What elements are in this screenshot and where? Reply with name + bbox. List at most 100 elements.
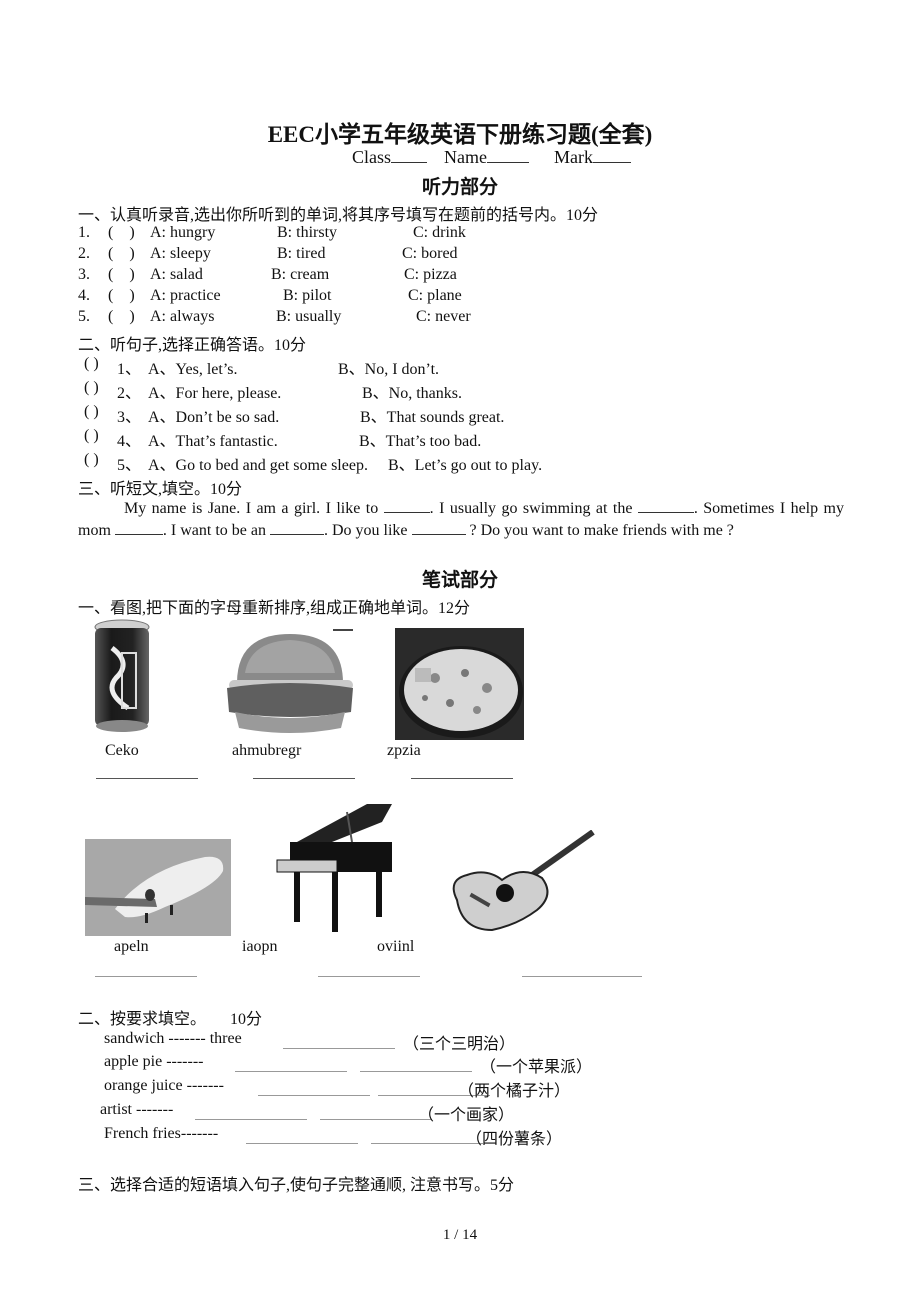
answer-blank[interactable] bbox=[283, 1048, 395, 1049]
hamburger-image bbox=[225, 628, 355, 738]
scrambled-word: apeln bbox=[114, 938, 149, 955]
option-a: A、Go to bed and get some sleep. bbox=[148, 457, 368, 474]
name-label: Name bbox=[444, 147, 487, 167]
fill-item-hint: （四份薯条） bbox=[466, 1131, 563, 1148]
answer-paren[interactable]: ( ) bbox=[108, 308, 135, 326]
option-a: A: salad bbox=[150, 266, 203, 283]
fill-item-word: sandwich ------- three bbox=[104, 1030, 242, 1047]
passage-text: . Do you like bbox=[323, 521, 412, 539]
listening-part2-instruction: 二、听句子,选择正确答语。10分 bbox=[78, 337, 307, 354]
answer-blank[interactable] bbox=[318, 976, 420, 977]
option-b: B: cream bbox=[271, 266, 330, 283]
class-label: Class bbox=[352, 147, 392, 167]
answer-blank[interactable] bbox=[258, 1095, 370, 1096]
option-a: A: always bbox=[150, 308, 215, 325]
option-c: C: pizza bbox=[404, 266, 457, 283]
written-part1-instruction: 一、看图,把下面的字母重新排序,组成正确地单词。12分 bbox=[78, 600, 471, 617]
class-blank[interactable] bbox=[391, 162, 428, 163]
mark-blank[interactable] bbox=[593, 162, 631, 163]
option-c: C: drink bbox=[413, 224, 466, 241]
answer-paren[interactable]: ( ) bbox=[108, 245, 135, 263]
scrambled-word: iaopn bbox=[242, 938, 278, 955]
scrambled-word: oviinl bbox=[377, 938, 415, 955]
option-b: B、That’s too bad. bbox=[359, 433, 482, 450]
option-a: A、For here, please. bbox=[148, 385, 282, 402]
fill-item-word: French fries------- bbox=[104, 1125, 219, 1142]
fill-item-hint: （三个三明治） bbox=[403, 1036, 516, 1053]
answer-blank[interactable] bbox=[235, 1071, 347, 1072]
answer-paren[interactable]: ( ) bbox=[108, 266, 135, 284]
answer-paren[interactable]: ( ) bbox=[108, 224, 135, 242]
fill-item-hint: （一个苹果派） bbox=[480, 1059, 593, 1076]
answer-blank[interactable] bbox=[95, 976, 197, 977]
answer-paren[interactable]: ( ) bbox=[84, 379, 99, 397]
option-b: B: thirsty bbox=[277, 224, 338, 241]
option-a: A、Yes, let’s. bbox=[148, 361, 238, 378]
item-number: 5. bbox=[78, 308, 90, 325]
points-label: 10分 bbox=[230, 1011, 263, 1028]
name-blank[interactable] bbox=[487, 162, 529, 163]
option-c: C: bored bbox=[402, 245, 458, 262]
answer-paren[interactable]: ( ) bbox=[84, 355, 99, 373]
coke-can-image bbox=[92, 618, 152, 735]
written-heading: 笔试部分 bbox=[421, 570, 498, 591]
scrambled-word: Ceko bbox=[105, 742, 139, 759]
option-b: B、No, thanks. bbox=[362, 385, 463, 402]
fill-item-word: artist ------- bbox=[100, 1101, 174, 1118]
passage-text: My name is Jane. I am a girl. I like to bbox=[124, 500, 384, 517]
answer-blank[interactable] bbox=[360, 1071, 472, 1072]
list-item: 1. bbox=[78, 224, 90, 242]
passage-text: . I want to be an bbox=[162, 521, 270, 539]
option-b: B、Let’s go out to play. bbox=[388, 457, 543, 474]
listening-part1-instruction: 一、认真听录音,选出你所听到的单词,将其序号填写在题前的括号内。10分 bbox=[78, 207, 599, 224]
option-c: C: never bbox=[416, 308, 471, 325]
answer-blank[interactable] bbox=[96, 778, 198, 779]
item-number: 5、 bbox=[117, 457, 142, 474]
instruction-text: 二、按要求填空。 bbox=[78, 1011, 207, 1028]
passage-blank-3[interactable] bbox=[114, 533, 163, 535]
answer-blank[interactable] bbox=[253, 778, 355, 779]
item-number: 2. bbox=[78, 245, 90, 262]
fill-item-hint: （两个橘子汁） bbox=[458, 1083, 571, 1100]
item-number: 3、 bbox=[117, 409, 142, 426]
mark-label: Mark bbox=[554, 147, 593, 167]
option-a: A: practice bbox=[150, 287, 221, 304]
item-number: 2、 bbox=[117, 385, 142, 402]
passage-blank-2[interactable] bbox=[637, 512, 694, 513]
airplane-image bbox=[85, 839, 231, 936]
answer-blank[interactable] bbox=[320, 1119, 432, 1120]
item-number: 1. bbox=[78, 224, 90, 241]
answer-paren[interactable]: ( ) bbox=[84, 427, 99, 445]
scrambled-word: zpzia bbox=[387, 742, 421, 759]
answer-paren[interactable]: ( ) bbox=[108, 287, 135, 305]
fill-item-hint: （一个画家） bbox=[418, 1107, 515, 1124]
passage-blank-1[interactable] bbox=[383, 512, 430, 513]
option-b: B: tired bbox=[277, 245, 326, 262]
answer-blank[interactable] bbox=[411, 778, 513, 779]
written-part2-instruction: 二、按要求填空。 10分 bbox=[78, 1005, 262, 1029]
option-b: B: pilot bbox=[283, 287, 332, 304]
item-number: 4、 bbox=[117, 433, 142, 450]
piano-image bbox=[272, 802, 402, 936]
option-b: B: usually bbox=[276, 308, 342, 325]
passage-text: ? Do you want to make friends with me ? bbox=[465, 521, 734, 539]
answer-blank[interactable] bbox=[195, 1119, 307, 1120]
answer-blank[interactable] bbox=[246, 1143, 358, 1144]
option-a: A、That’s fantastic. bbox=[148, 433, 278, 450]
listening-heading: 听力部分 bbox=[421, 177, 498, 198]
item-number: 4. bbox=[78, 287, 90, 304]
item-number: 1、 bbox=[117, 361, 142, 378]
passage-blank-4[interactable] bbox=[269, 533, 324, 535]
pizza-image bbox=[395, 628, 524, 740]
answer-paren[interactable]: ( ) bbox=[84, 451, 99, 469]
header-fields: Class Name Mark bbox=[352, 147, 631, 168]
document-title: EEC小学五年级英语下册练习题(全套) bbox=[267, 122, 653, 147]
option-b: B、No, I don’t. bbox=[338, 361, 440, 378]
option-a: A: sleepy bbox=[150, 245, 211, 262]
answer-blank[interactable] bbox=[522, 976, 642, 977]
fill-item-word: apple pie ------- bbox=[104, 1053, 204, 1070]
answer-paren[interactable]: ( ) bbox=[84, 403, 99, 421]
passage-blank-5[interactable] bbox=[411, 533, 466, 535]
guitar-image bbox=[447, 830, 595, 936]
page-indicator: 1 / 14 bbox=[442, 1227, 478, 1243]
